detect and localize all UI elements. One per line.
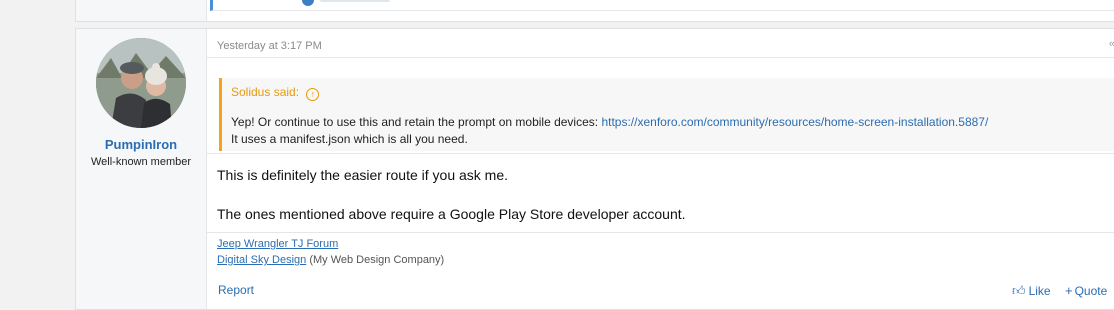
previous-post-user-column — [76, 0, 207, 21]
message-line1: This is definitely the easier route if y… — [217, 167, 509, 183]
previous-post — [75, 0, 1114, 22]
quote-link[interactable]: https://xenforo.com/community/resources/… — [601, 115, 988, 129]
thumbs-up-icon: 👍︎ — [1012, 283, 1026, 298]
signature-line2: Digital Sky Design (My Web Design Compan… — [217, 254, 444, 266]
signature-link-jeep-forum[interactable]: Jeep Wrangler TJ Forum — [217, 238, 338, 250]
username[interactable]: PumpinIron — [76, 137, 206, 152]
quote-author[interactable]: Solidus said: — [231, 85, 299, 99]
post-date[interactable]: Yesterday at 3:17 PM — [217, 40, 322, 52]
like-button[interactable]: 👍︎ Like — [1012, 283, 1051, 299]
quote-block: Solidus said: ↑ Yep! Or continue to use … — [219, 78, 1114, 151]
share-icon[interactable]: « — [1109, 38, 1114, 50]
arrow-up-icon[interactable]: ↑ — [306, 88, 320, 101]
quote-text-line2: It uses a manifest.json which is all you… — [231, 132, 468, 146]
user-title: Well-known member — [90, 156, 192, 168]
forum-post: PumpinIron Well-known member Yesterday a… — [75, 28, 1114, 310]
avatar[interactable] — [96, 38, 186, 128]
signature-link-digital-sky[interactable]: Digital Sky Design — [217, 254, 306, 266]
message-line2: The ones mentioned above require a Googl… — [217, 206, 686, 222]
quote-text-line1: Yep! Or continue to use this and retain … — [231, 115, 988, 129]
quote-label: Quote — [1074, 284, 1108, 298]
report-button[interactable]: Report — [218, 283, 254, 297]
quote-header[interactable]: Solidus said: ↑ — [231, 85, 320, 101]
previous-post-text-fragment — [320, 0, 390, 2]
divider — [207, 153, 1114, 154]
avatar-photo — [96, 38, 186, 128]
quote-text: Yep! Or continue to use this and retain … — [231, 115, 602, 129]
like-label: Like — [1028, 284, 1051, 298]
quote-button[interactable]: + Quote — [1065, 283, 1107, 298]
post-user-column: PumpinIron Well-known member — [76, 29, 207, 309]
signature-divider — [207, 232, 1114, 233]
signature-suffix: (My Web Design Company) — [306, 254, 445, 266]
plus-icon: + — [1065, 283, 1073, 298]
divider — [207, 57, 1114, 58]
